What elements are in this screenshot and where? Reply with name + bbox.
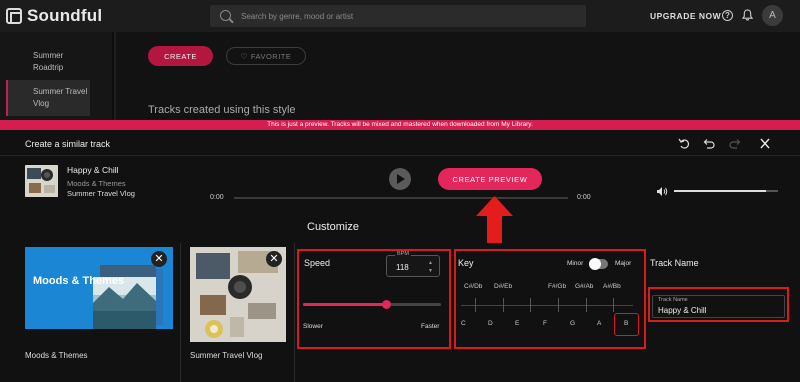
track-name-input[interactable] bbox=[658, 305, 778, 316]
bpm-value: 118 bbox=[396, 263, 409, 272]
key-b[interactable]: B bbox=[624, 320, 628, 327]
duration-time: 0:00 bbox=[577, 194, 591, 201]
key-tick bbox=[558, 298, 559, 312]
track-name-field[interactable]: Track Name bbox=[652, 295, 785, 318]
speed-title: Speed bbox=[304, 258, 331, 268]
card-divider bbox=[180, 243, 181, 382]
key-tick bbox=[613, 298, 614, 312]
reset-icon[interactable] bbox=[678, 138, 690, 149]
sidebar-item-summer-travel-vlog[interactable]: Summer Travel Vlog bbox=[6, 80, 90, 116]
key-c-sharp[interactable]: C#/Db bbox=[464, 283, 482, 290]
summer-travel-vlog-card-label: Summer Travel Vlog bbox=[190, 351, 263, 360]
help-icon[interactable]: ? bbox=[722, 10, 733, 21]
track-name-field-label: Track Name bbox=[658, 297, 688, 303]
key-tick bbox=[586, 298, 587, 312]
key-tick bbox=[503, 298, 504, 312]
favorite-button[interactable]: ♡ FAVORITE bbox=[226, 47, 306, 65]
redo-icon[interactable] bbox=[729, 138, 741, 149]
faster-label: Faster bbox=[421, 323, 440, 330]
key-g-sharp[interactable]: G#/Ab bbox=[575, 283, 593, 290]
remove-summer-travel-vlog-button[interactable]: ✕ bbox=[266, 251, 282, 267]
track-thumbnail bbox=[25, 165, 58, 197]
tracks-heading: Tracks created using this style bbox=[148, 104, 296, 116]
search-bar[interactable] bbox=[210, 5, 586, 27]
key-tick bbox=[530, 298, 531, 312]
key-mode-toggle[interactable] bbox=[589, 258, 608, 270]
key-a-sharp[interactable]: A#/Bb bbox=[603, 283, 621, 290]
key-scale-line bbox=[461, 305, 633, 306]
remove-moods-themes-button[interactable]: ✕ bbox=[151, 251, 167, 267]
card-divider bbox=[294, 243, 295, 382]
app-name: Soundful bbox=[27, 6, 103, 25]
top-bar: Soundful UPGRADE NOW ? A bbox=[0, 0, 800, 32]
search-icon bbox=[220, 10, 231, 21]
key-d[interactable]: D bbox=[488, 320, 493, 327]
speed-slider-fill bbox=[303, 303, 386, 306]
key-e[interactable]: E bbox=[515, 320, 519, 327]
key-g[interactable]: G bbox=[570, 320, 575, 327]
slower-label: Slower bbox=[303, 323, 323, 330]
key-f[interactable]: F bbox=[543, 320, 547, 327]
moods-themes-card-title: Moods & Themes bbox=[33, 275, 125, 287]
moods-themes-card-label: Moods & Themes bbox=[25, 351, 88, 360]
elapsed-time: 0:00 bbox=[210, 194, 224, 201]
favorite-label: FAVORITE bbox=[250, 51, 292, 61]
create-preview-button[interactable]: CREATE PREVIEW bbox=[438, 168, 542, 190]
key-f-sharp[interactable]: F#/Gb bbox=[548, 283, 566, 290]
avatar[interactable]: A bbox=[762, 5, 783, 26]
track-name: Happy & Chill bbox=[67, 165, 119, 175]
volume-slider[interactable] bbox=[674, 190, 778, 192]
key-c[interactable]: C bbox=[461, 320, 466, 327]
bpm-increase-icon[interactable]: ▲ bbox=[428, 260, 433, 266]
bpm-decrease-icon[interactable]: ▼ bbox=[428, 268, 433, 274]
speed-slider[interactable] bbox=[303, 300, 441, 309]
bpm-label: BPM bbox=[395, 251, 411, 257]
volume-level bbox=[674, 190, 766, 192]
logo[interactable]: Soundful bbox=[6, 6, 102, 26]
key-d-sharp[interactable]: D#/Eb bbox=[494, 283, 512, 290]
customize-heading: Customize bbox=[307, 221, 359, 233]
soundful-logo-icon bbox=[6, 8, 22, 24]
key-a[interactable]: A bbox=[597, 320, 601, 327]
major-label: Major bbox=[615, 260, 632, 267]
close-icon[interactable] bbox=[759, 138, 771, 149]
panel-title: Create a similar track bbox=[25, 139, 111, 149]
panel-header: Create a similar track bbox=[0, 130, 800, 156]
key-title: Key bbox=[458, 258, 474, 268]
create-button[interactable]: CREATE bbox=[148, 46, 213, 66]
annotation-arrow bbox=[476, 196, 513, 243]
key-tick bbox=[475, 298, 476, 312]
progress-bar[interactable] bbox=[234, 197, 568, 199]
heart-icon: ♡ bbox=[240, 51, 248, 61]
minor-label: Minor bbox=[567, 260, 584, 267]
search-input[interactable] bbox=[241, 8, 571, 24]
track-name-title: Track Name bbox=[650, 258, 699, 268]
upgrade-now-link[interactable]: UPGRADE NOW bbox=[650, 11, 721, 21]
undo-icon[interactable] bbox=[703, 138, 715, 149]
track-style: Summer Travel Vlog bbox=[67, 189, 135, 198]
speed-slider-handle[interactable] bbox=[381, 300, 391, 309]
track-category: Moods & Themes bbox=[67, 179, 126, 188]
sidebar-item-summer-roadtrip[interactable]: Summer Roadtrip bbox=[6, 44, 90, 80]
play-button[interactable] bbox=[389, 168, 411, 190]
volume-icon[interactable] bbox=[656, 186, 668, 197]
bpm-stepper[interactable]: BPM 118 ▲ ▼ bbox=[386, 251, 440, 277]
preview-banner: This is just a preview. Tracks will be m… bbox=[0, 120, 800, 130]
bell-icon[interactable] bbox=[742, 9, 753, 21]
